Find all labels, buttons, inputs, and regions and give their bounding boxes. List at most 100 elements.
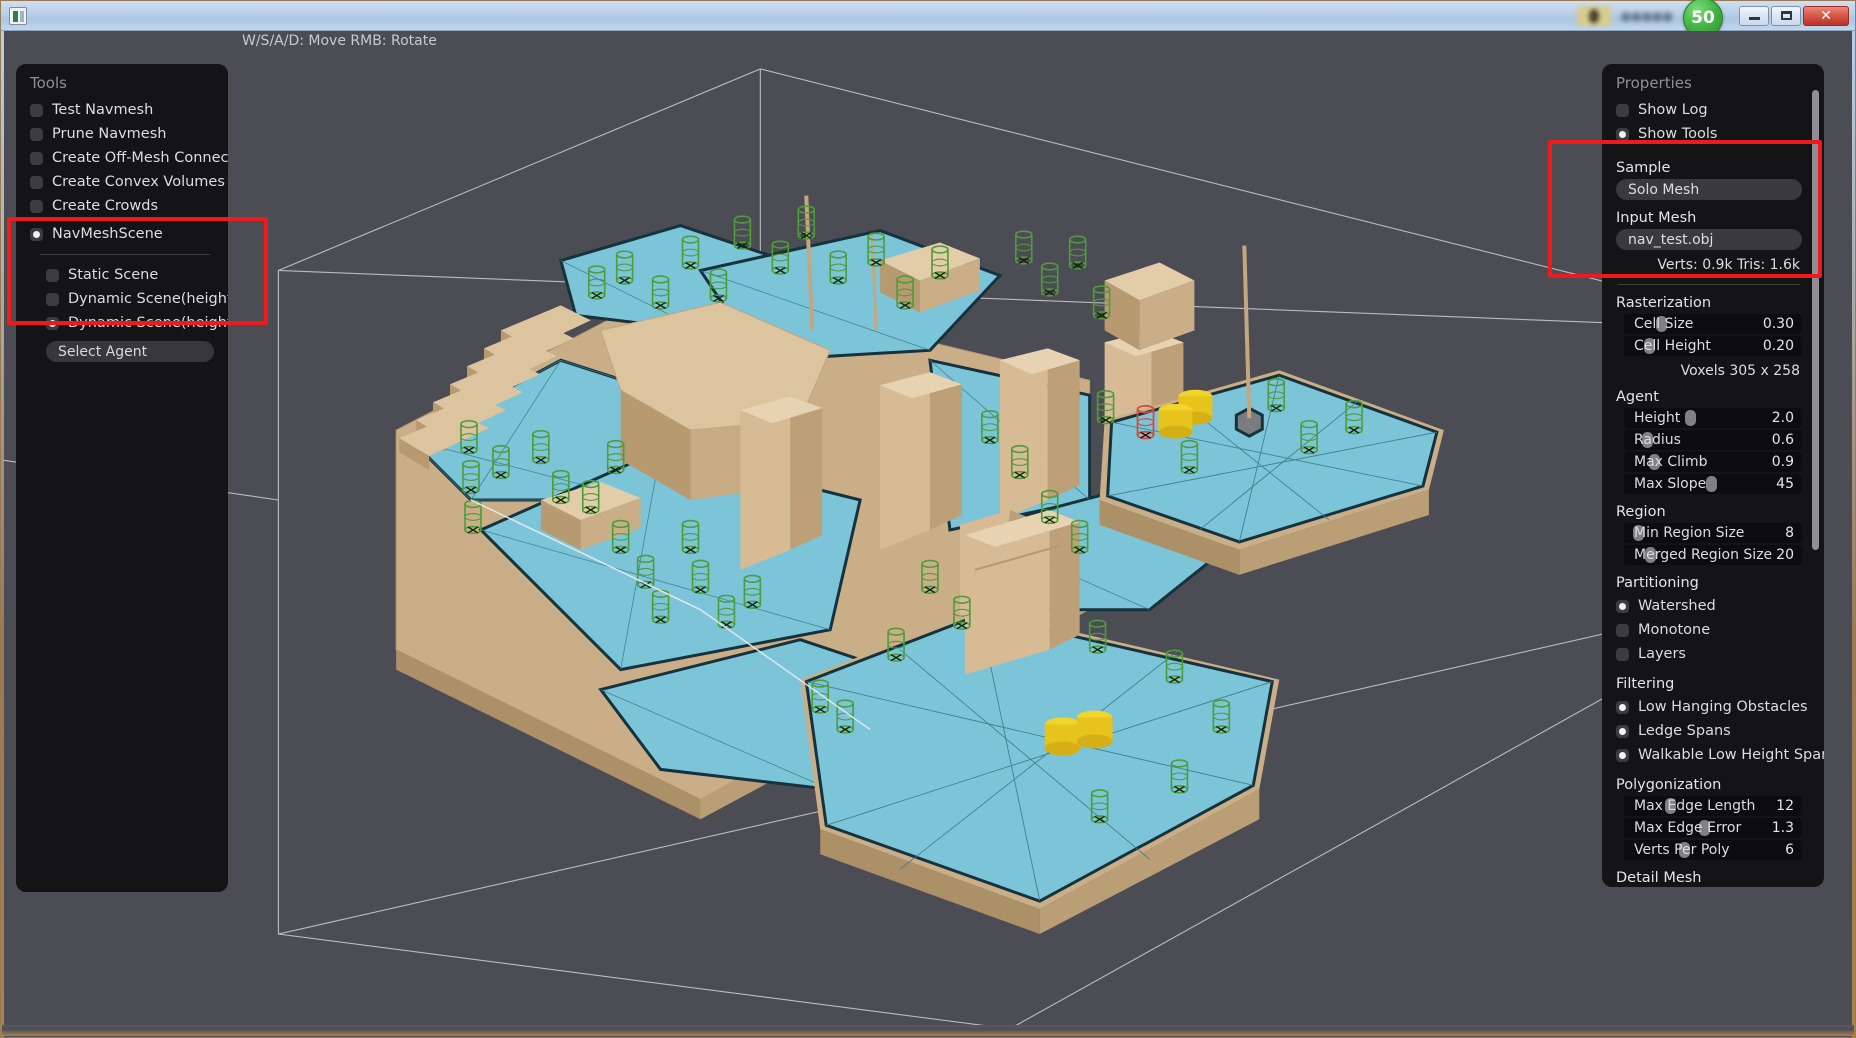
scene-mode-label: Dynamic Scene(height mode: 2) — [68, 315, 228, 331]
filtering-heading: Filtering — [1616, 676, 1675, 692]
toggle-show-tools[interactable]: Show Tools — [1616, 122, 1802, 146]
slider-value: 45 — [1776, 476, 1794, 492]
option-label: Walkable Low Height Spans — [1638, 747, 1824, 763]
option-label: Monotone — [1638, 622, 1711, 638]
properties-scrollbar[interactable] — [1812, 90, 1819, 550]
minimize-button[interactable] — [1739, 5, 1769, 26]
slider-knob[interactable] — [1684, 410, 1696, 426]
tools-divider — [40, 254, 210, 255]
rasterization-heading: Rasterization — [1616, 295, 1712, 311]
checkbox-icon[interactable] — [1616, 103, 1629, 117]
scene-mode-dynamic-1[interactable]: Dynamic Scene(height mode: 1) — [46, 287, 228, 311]
checkbox-icon[interactable] — [46, 292, 59, 306]
titlebar-blurred-text: ●●●●● — [1620, 8, 1673, 23]
filtering-low-hanging-obstacles[interactable]: Low Hanging Obstacles — [1616, 695, 1808, 719]
partitioning-layers[interactable]: Layers — [1616, 642, 1802, 666]
partitioning-watershed[interactable]: Watershed — [1616, 594, 1802, 618]
sample-heading: Sample — [1616, 160, 1671, 176]
radio-icon[interactable] — [1616, 127, 1629, 141]
slider-cell-size[interactable]: Cell Size 0.30 — [1624, 314, 1802, 334]
close-button[interactable]: ✕ — [1803, 5, 1849, 26]
slider-label: Cell Height — [1634, 338, 1711, 354]
sample-select[interactable]: Solo Mesh — [1616, 179, 1802, 200]
properties-panel-title: Properties — [1616, 74, 1692, 92]
slider-value: 8 — [1785, 525, 1794, 541]
tool-label: Create Off-Mesh Connections — [52, 150, 228, 166]
radio-icon[interactable] — [46, 316, 59, 330]
maximize-button[interactable] — [1771, 5, 1801, 26]
3d-viewport[interactable]: W/S/A/D: Move RMB: Rotate Tools Test Nav… — [2, 31, 1854, 1025]
option-label: Low Hanging Obstacles — [1638, 699, 1808, 715]
option-label: Watershed — [1638, 598, 1716, 614]
close-icon: ✕ — [1820, 7, 1832, 24]
tool-label: Create Crowds — [52, 198, 159, 214]
slider-agent-height[interactable]: Height 2.0 — [1624, 408, 1802, 428]
radio-icon[interactable] — [1616, 748, 1629, 762]
input-mesh-heading: Input Mesh — [1616, 210, 1697, 226]
filtering-ledge-spans[interactable]: Ledge Spans — [1616, 719, 1802, 743]
toggle-label: Show Log — [1638, 102, 1708, 118]
slider-label: Min Region Size — [1634, 525, 1745, 541]
tool-item-create-convex-volumes[interactable]: Create Convex Volumes — [30, 170, 225, 194]
radio-icon[interactable] — [30, 227, 43, 241]
checkbox-icon[interactable] — [30, 103, 43, 117]
slider-min-region-size[interactable]: Min Region Size 8 — [1624, 523, 1802, 543]
slider-value: 0.9 — [1771, 454, 1794, 470]
radio-icon[interactable] — [1616, 700, 1629, 714]
slider-agent-max-climb[interactable]: Max Climb 0.9 — [1624, 452, 1802, 472]
checkbox-icon[interactable] — [30, 175, 43, 189]
tool-item-navmeshscene[interactable]: NavMeshScene — [30, 222, 214, 246]
voxels-stat: Voxels 305 x 258 — [1680, 363, 1800, 379]
slider-max-edge-error[interactable]: Max Edge Error 1.3 — [1624, 818, 1802, 838]
checkbox-icon[interactable] — [30, 151, 43, 165]
region-heading: Region — [1616, 504, 1666, 520]
title-bar: ●●●●● 50 ✕ — [1, 0, 1855, 38]
tool-label: Prune Navmesh — [52, 126, 167, 142]
tools-panel-title: Tools — [30, 74, 67, 92]
tool-label: Test Navmesh — [52, 102, 154, 118]
slider-agent-radius[interactable]: Radius 0.6 — [1624, 430, 1802, 450]
window-bottom-border — [2, 1025, 1854, 1036]
slider-max-edge-length[interactable]: Max Edge Length 12 — [1624, 796, 1802, 816]
scene-mode-static[interactable]: Static Scene — [46, 263, 214, 287]
slider-label: Max Slope — [1634, 476, 1707, 492]
checkbox-icon[interactable] — [1616, 647, 1629, 661]
slider-verts-per-poly[interactable]: Verts Per Poly 6 — [1624, 840, 1802, 860]
slider-knob[interactable] — [1705, 476, 1717, 492]
tools-panel-body: Test Navmesh Prune Navmesh Create Off-Me… — [16, 98, 228, 376]
filtering-walkable-low-height-spans[interactable]: Walkable Low Height Spans — [1616, 743, 1824, 767]
slider-value: 2.0 — [1771, 410, 1794, 426]
tool-item-test-navmesh[interactable]: Test Navmesh — [30, 98, 214, 122]
radio-icon[interactable] — [1616, 724, 1629, 738]
tool-label: Create Convex Volumes — [52, 174, 225, 190]
polygonization-heading: Polygonization — [1616, 777, 1722, 793]
checkbox-icon[interactable] — [46, 268, 59, 282]
radio-icon[interactable] — [1616, 599, 1629, 613]
slider-value: 20 — [1776, 547, 1794, 563]
tool-item-create-offmesh-connections[interactable]: Create Off-Mesh Connections — [30, 146, 228, 170]
slider-value: 0.20 — [1762, 338, 1794, 354]
window-right-border — [1852, 31, 1855, 1037]
scene-mode-dynamic-2[interactable]: Dynamic Scene(height mode: 2) — [46, 311, 228, 335]
checkbox-icon[interactable] — [30, 127, 43, 141]
slider-merged-region-size[interactable]: Merged Region Size 20 — [1624, 545, 1802, 565]
slider-label: Max Climb — [1634, 454, 1708, 470]
slider-cell-height[interactable]: Cell Height 0.20 — [1624, 336, 1802, 356]
slider-value: 6 — [1785, 842, 1794, 858]
tool-item-prune-navmesh[interactable]: Prune Navmesh — [30, 122, 214, 146]
slider-agent-max-slope[interactable]: Max Slope 45 — [1624, 474, 1802, 494]
tool-label: NavMeshScene — [52, 226, 163, 242]
checkbox-icon[interactable] — [30, 199, 43, 213]
slider-label: Merged Region Size — [1634, 547, 1773, 563]
partitioning-monotone[interactable]: Monotone — [1616, 618, 1802, 642]
tool-item-create-crowds[interactable]: Create Crowds — [30, 194, 214, 218]
option-label: Layers — [1638, 646, 1686, 662]
scene-mode-label: Dynamic Scene(height mode: 1) — [68, 291, 228, 307]
slider-label: Cell Size — [1634, 316, 1694, 332]
select-agent-button[interactable]: Select Agent — [46, 341, 214, 362]
checkbox-icon[interactable] — [1616, 623, 1629, 637]
input-mesh-select[interactable]: nav_test.obj — [1616, 229, 1802, 250]
slider-value: 0.6 — [1771, 432, 1794, 448]
toggle-show-log[interactable]: Show Log — [1616, 98, 1802, 122]
window-left-border — [1, 31, 4, 1037]
